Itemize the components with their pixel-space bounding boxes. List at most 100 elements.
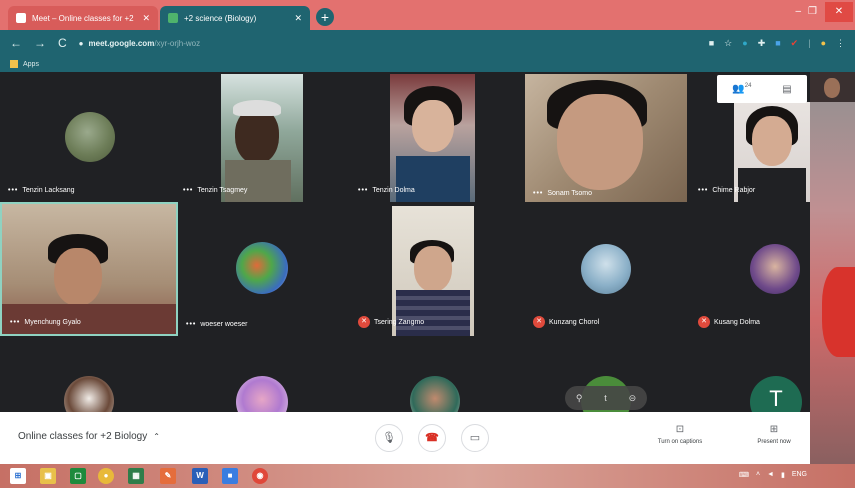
- browser-menu-icon[interactable]: ⋮: [836, 38, 845, 49]
- camera-indicator-icon[interactable]: ■: [709, 38, 714, 48]
- participant-tile[interactable]: [350, 336, 525, 412]
- paint-icon[interactable]: ✎: [160, 468, 176, 484]
- maximize-icon[interactable]: ❐: [808, 6, 817, 17]
- participant-tile[interactable]: [178, 336, 350, 412]
- participant-avatar: [750, 244, 800, 294]
- pin-icon[interactable]: ⚲: [576, 393, 583, 404]
- more-options-icon[interactable]: •••: [358, 187, 368, 194]
- chevron-up-icon: ⌃: [153, 432, 160, 441]
- participant-name: Kusang Dolma: [714, 318, 760, 326]
- more-options-icon[interactable]: •••: [183, 187, 193, 194]
- participant-tile[interactable]: ✕ Kusang Dolma: [690, 202, 810, 336]
- captions-button[interactable]: ⊡ Turn on captions: [642, 424, 718, 445]
- chat-icon: ▤: [782, 83, 792, 95]
- forward-icon[interactable]: →: [34, 36, 46, 50]
- participant-tile[interactable]: ••• Tenzin Dolma: [350, 72, 525, 202]
- mic-button[interactable]: 🎙: [375, 424, 403, 452]
- participant-name: Kunzang Chorol: [549, 318, 600, 326]
- bookmarks-bar: Apps: [0, 56, 855, 72]
- participant-tile[interactable]: ✕ Tsering Zangmo: [350, 202, 525, 336]
- meet-favicon-icon: [16, 13, 26, 23]
- participant-tile[interactable]: T: [690, 336, 810, 412]
- people-count: 24: [744, 83, 752, 90]
- participant-name: woeser woeser: [200, 321, 248, 328]
- mic-off-icon: ✕: [698, 316, 710, 328]
- more-options-icon[interactable]: •••: [186, 321, 196, 328]
- participant-name: Sonam Tsomo: [547, 190, 592, 197]
- participant-tile[interactable]: ••• woeser woeser: [178, 202, 350, 336]
- participant-tile[interactable]: ••• Sonam Tsomo: [525, 72, 690, 205]
- participant-video: [2, 204, 176, 334]
- tab-title: Meet – Online classes for +2: [32, 13, 134, 23]
- extension-icon[interactable]: ●: [742, 38, 747, 48]
- people-chat-panel: 👥24 ▤: [717, 75, 807, 103]
- more-options-icon[interactable]: •••: [10, 319, 20, 326]
- apps-grid-icon[interactable]: [10, 60, 18, 68]
- window-close-button[interactable]: ✕: [825, 2, 853, 22]
- keyboard-icon[interactable]: ⌨: [739, 471, 749, 479]
- back-icon[interactable]: ←: [10, 36, 22, 50]
- star-icon[interactable]: ☆: [724, 38, 732, 49]
- tab-meet[interactable]: Meet – Online classes for +2 ✕: [8, 6, 158, 30]
- tab-close-icon[interactable]: ✕: [142, 13, 150, 24]
- people-button[interactable]: 👥24: [732, 83, 751, 94]
- new-tab-button[interactable]: +: [316, 8, 334, 26]
- participant-avatar: [65, 112, 115, 162]
- present-now-button[interactable]: ⊞ Present now: [742, 424, 806, 445]
- network-icon[interactable]: ▮: [781, 471, 785, 479]
- participant-avatar: [236, 242, 288, 294]
- participant-tile[interactable]: [0, 336, 178, 412]
- mic-off-icon: ✕: [533, 316, 545, 328]
- participant-name: Tsering Zangmo: [374, 318, 425, 326]
- bookmark-apps[interactable]: Apps: [23, 61, 39, 68]
- reload-icon[interactable]: C: [58, 36, 67, 50]
- participant-avatar: T: [750, 376, 802, 412]
- chrome-2-icon[interactable]: ◉: [252, 468, 268, 484]
- browser-toolbar: ← → C ● meet.google.com /xyr-orjh-woz ■ …: [0, 30, 855, 56]
- hang-up-icon: ☎: [425, 432, 439, 444]
- extension-icon[interactable]: ✔: [791, 38, 799, 49]
- participant-tile[interactable]: ••• Tenzin Tsagmey: [175, 72, 350, 202]
- meet-app-icon[interactable]: ■: [222, 468, 238, 484]
- leave-call-button[interactable]: ☎: [418, 424, 446, 452]
- camera-icon: ▭: [469, 432, 481, 444]
- windows-taskbar: ⊞ ▣ ▢ ● ▦ ✎ W ■ ◉ ⌨ ˄ ◄ ▮ ENG: [0, 464, 855, 488]
- more-options-icon[interactable]: •••: [8, 187, 18, 194]
- meet-video-grid: ••• Tenzin Lacksang ••• Tenzin Tsagmey •••…: [0, 72, 810, 412]
- participant-video: [525, 74, 687, 205]
- chat-button[interactable]: ▤: [782, 84, 791, 95]
- spreadsheet-icon[interactable]: ▦: [128, 468, 144, 484]
- meet-bottom-bar: Online classes for +2 Biology ⌃ 🎙 ☎ ▭ ⊡ T…: [0, 412, 810, 464]
- participant-tile[interactable]: ••• Tenzin Lacksang: [0, 72, 175, 202]
- extension-icon[interactable]: ✚: [758, 38, 766, 49]
- profile-avatar-icon[interactable]: ●: [821, 38, 826, 48]
- file-explorer-icon[interactable]: ▣: [40, 468, 56, 484]
- tab-biology[interactable]: +2 science (Biology) ✕: [160, 6, 310, 30]
- word-icon[interactable]: W: [192, 468, 208, 484]
- participant-tile[interactable]: ✕ Kunzang Chorol: [525, 202, 690, 336]
- spotlight-icon[interactable]: t: [604, 393, 607, 403]
- url-host: meet.google.com: [88, 38, 155, 48]
- participant-video: [390, 74, 475, 202]
- chrome-icon[interactable]: ●: [98, 468, 114, 484]
- extension-icon[interactable]: ■: [775, 38, 780, 48]
- camtasia-icon[interactable]: ▢: [70, 468, 86, 484]
- camera-button[interactable]: ▭: [461, 424, 489, 452]
- volume-icon[interactable]: ◄: [767, 471, 774, 479]
- address-bar[interactable]: ● meet.google.com /xyr-orjh-woz: [79, 39, 709, 48]
- more-options-icon[interactable]: •••: [698, 187, 708, 194]
- participant-tile[interactable]: ••• Myenchung Gyalo: [0, 202, 178, 336]
- tray-arrow-icon[interactable]: ˄: [756, 471, 760, 479]
- participant-avatar: [236, 376, 288, 412]
- background-window-edge: [810, 102, 855, 464]
- tab-close-icon[interactable]: ✕: [294, 13, 302, 24]
- captions-icon: ⊡: [675, 424, 685, 435]
- language-indicator[interactable]: ENG: [792, 471, 807, 479]
- windows-start-icon[interactable]: ⊞: [10, 468, 26, 484]
- participant-name: Tenzin Tsagmey: [197, 187, 248, 194]
- more-options-icon[interactable]: •••: [533, 190, 543, 197]
- remove-icon[interactable]: ⊝: [629, 393, 637, 404]
- minimize-icon[interactable]: –: [795, 6, 801, 17]
- avatar-initial: T: [769, 386, 783, 411]
- meeting-details-button[interactable]: Online classes for +2 Biology ⌃: [18, 431, 160, 442]
